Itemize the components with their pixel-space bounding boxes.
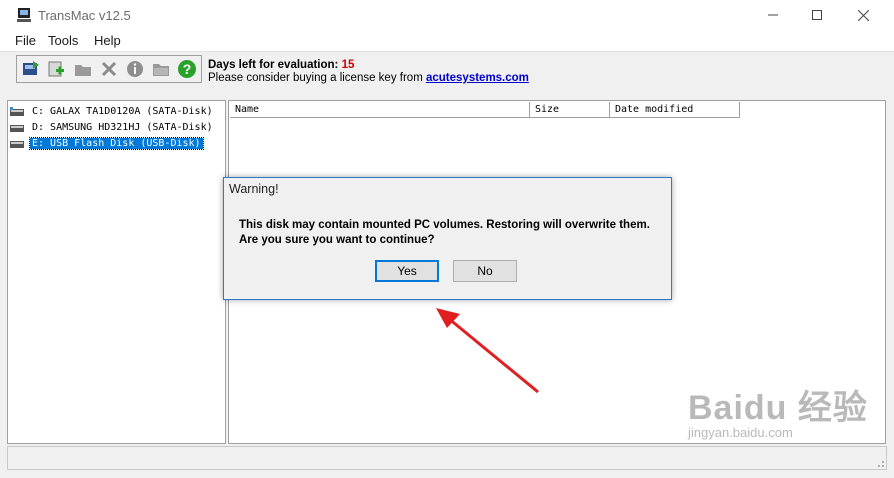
maximize-button[interactable]	[794, 0, 840, 30]
toolbar: ?	[16, 55, 202, 83]
column-header-size[interactable]: Size	[530, 102, 610, 118]
delete-button[interactable]	[97, 57, 121, 81]
menu-help[interactable]: Help	[94, 33, 121, 48]
maximize-icon	[812, 10, 822, 20]
menu-tools[interactable]: Tools	[48, 33, 78, 48]
usb-drive-icon	[10, 140, 24, 148]
resize-grip-icon[interactable]	[872, 455, 886, 469]
evaluation-days-label: Days left for evaluation:	[208, 59, 339, 71]
info-button[interactable]	[123, 57, 147, 81]
license-text: Please consider buying a license key fro…	[208, 72, 423, 84]
info-icon	[127, 61, 143, 77]
baidu-watermark: Baidu 经验 jingyan.baidu.com	[688, 380, 868, 440]
drive-label: C: GALAX TA1D0120A (SATA-Disk)	[32, 106, 213, 117]
menu-bar: File Tools Help	[0, 30, 894, 52]
drive-item-d[interactable]: D: SAMSUNG HD321HJ (SATA-Disk)	[10, 120, 215, 135]
evaluation-notice: Days left for evaluation: 15 Please cons…	[208, 59, 529, 84]
status-bar	[7, 446, 887, 470]
help-icon: ?	[178, 60, 196, 78]
drive-item-c[interactable]: C: GALAX TA1D0120A (SATA-Disk)	[10, 104, 215, 119]
close-button[interactable]	[840, 0, 886, 30]
minimize-button[interactable]	[750, 0, 796, 30]
restore-disk-button[interactable]	[19, 57, 43, 81]
restore-disk-icon	[23, 61, 39, 75]
folder-button[interactable]	[149, 57, 173, 81]
yes-button[interactable]: Yes	[375, 260, 439, 282]
no-button[interactable]: No	[453, 260, 517, 282]
add-folder-icon	[48, 61, 64, 77]
drive-label: D: SAMSUNG HD321HJ (SATA-Disk)	[32, 122, 213, 133]
hard-drive-icon	[10, 106, 24, 116]
title-bar: TransMac v12.5	[0, 0, 894, 30]
open-folder-button[interactable]	[71, 57, 95, 81]
drive-tree[interactable]: C: GALAX TA1D0120A (SATA-Disk) D: SAMSUN…	[7, 100, 226, 444]
warning-dialog: Warning! This disk may contain mounted P…	[223, 177, 672, 300]
delete-icon	[101, 61, 117, 77]
evaluation-days-value: 15	[341, 59, 355, 71]
column-header-date[interactable]: Date modified	[610, 102, 740, 118]
drive-item-e[interactable]: E: USB Flash Disk (USB-Disk)	[10, 136, 204, 151]
dialog-body: This disk may contain mounted PC volumes…	[224, 203, 671, 299]
svg-text:?: ?	[183, 61, 192, 77]
minimize-icon	[768, 14, 778, 16]
folder-icon	[153, 64, 169, 76]
close-icon	[857, 9, 869, 21]
open-folder-icon	[75, 65, 91, 76]
column-header-name[interactable]: Name	[230, 102, 530, 118]
window-title: TransMac v12.5	[38, 8, 131, 23]
help-button[interactable]: ?	[175, 57, 199, 81]
menu-file[interactable]: File	[15, 33, 36, 48]
add-folder-button[interactable]	[45, 57, 69, 81]
hard-drive-icon	[10, 124, 24, 132]
license-link[interactable]: acutesystems.com	[426, 72, 529, 84]
dialog-message-line: Are you sure you want to continue?	[239, 234, 435, 246]
dialog-message-line: This disk may contain mounted PC volumes…	[239, 219, 650, 231]
app-icon	[17, 8, 31, 22]
drive-label: E: USB Flash Disk (USB-Disk)	[29, 137, 204, 150]
dialog-title: Warning!	[229, 182, 279, 196]
dialog-message: This disk may contain mounted PC volumes…	[239, 218, 650, 248]
watermark-main: Baidu 经验	[688, 389, 868, 427]
